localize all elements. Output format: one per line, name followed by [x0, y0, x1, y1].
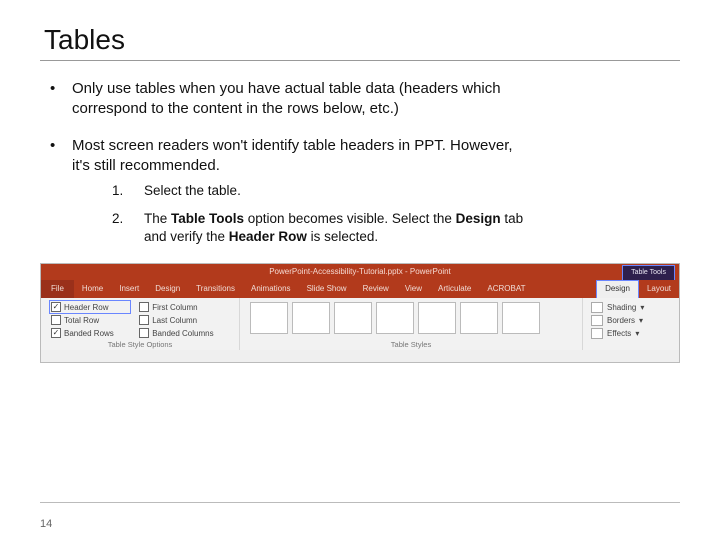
check-icon: [139, 315, 149, 325]
style-swatch[interactable]: [418, 302, 456, 334]
checkbox-last-column[interactable]: Last Column: [139, 315, 229, 325]
effects-icon: [591, 328, 603, 339]
checkbox-header-row[interactable]: ✓Header Row: [51, 302, 129, 312]
checkbox-label: Banded Rows: [64, 329, 114, 338]
step-item: Select the table.: [112, 182, 532, 200]
check-icon: [51, 315, 61, 325]
tab-table-design[interactable]: Design: [596, 280, 639, 298]
group-table-style-options: ✓Header Row First Column Total Row Last …: [41, 298, 240, 350]
tab-animations[interactable]: Animations: [243, 280, 299, 298]
check-icon: [139, 302, 149, 312]
tab-insert[interactable]: Insert: [111, 280, 147, 298]
slide: Tables Only use tables when you have act…: [0, 0, 720, 540]
shading-button[interactable]: Shading ▾: [591, 302, 669, 313]
bullet-item: Only use tables when you have actual tab…: [40, 79, 532, 120]
button-label: Borders: [607, 316, 635, 325]
style-swatch[interactable]: [460, 302, 498, 334]
checkbox-label: Last Column: [152, 316, 197, 325]
style-swatch[interactable]: [334, 302, 372, 334]
bold-term: Table Tools: [171, 211, 244, 226]
ribbon-body: ✓Header Row First Column Total Row Last …: [41, 298, 679, 350]
borders-button[interactable]: Borders ▾: [591, 315, 669, 326]
window-title: PowerPoint-Accessibility-Tutorial.pptx -…: [269, 267, 451, 276]
footer-rule: [40, 502, 680, 503]
tab-file[interactable]: File: [41, 280, 74, 298]
ribbon-screenshot: PowerPoint-Accessibility-Tutorial.pptx -…: [40, 263, 680, 363]
style-swatch[interactable]: [250, 302, 288, 334]
checkbox-banded-rows[interactable]: ✓Banded Rows: [51, 328, 129, 338]
tab-articulate[interactable]: Articulate: [430, 280, 479, 298]
style-gallery[interactable]: [250, 302, 572, 334]
bold-term: Header Row: [229, 229, 307, 244]
checkbox-label: First Column: [152, 303, 197, 312]
group-table-styles: Table Styles: [240, 298, 583, 350]
tab-home[interactable]: Home: [74, 280, 111, 298]
effects-button[interactable]: Effects ▾: [591, 328, 669, 339]
step-text: The: [144, 211, 171, 226]
checkbox-label: Total Row: [64, 316, 99, 325]
tab-slideshow[interactable]: Slide Show: [299, 280, 355, 298]
step-list: Select the table. The Table Tools option…: [112, 182, 532, 247]
checkbox-label: Header Row: [64, 303, 108, 312]
bullet-text: Most screen readers won't identify table…: [72, 137, 513, 174]
page-title: Tables: [44, 24, 680, 56]
checkbox-label: Banded Columns: [152, 329, 213, 338]
check-icon: ✓: [51, 302, 61, 312]
style-swatch[interactable]: [292, 302, 330, 334]
step-text: option becomes visible. Select the: [244, 211, 456, 226]
borders-icon: [591, 315, 603, 326]
shading-icon: [591, 302, 603, 313]
checkbox-total-row[interactable]: Total Row: [51, 315, 129, 325]
ribbon-tabstrip: File Home Insert Design Transitions Anim…: [41, 280, 679, 298]
style-swatch[interactable]: [502, 302, 540, 334]
check-icon: [139, 328, 149, 338]
group-table-formatting: Shading ▾ Borders ▾ Effects ▾: [583, 298, 679, 350]
group-label: Table Styles: [240, 340, 582, 349]
tab-view[interactable]: View: [397, 280, 430, 298]
tab-table-layout[interactable]: Layout: [639, 280, 679, 298]
contextual-tab-label: Table Tools: [622, 265, 675, 280]
bold-term: Design: [456, 211, 501, 226]
tab-acrobat[interactable]: ACROBAT: [479, 280, 533, 298]
tab-design-main[interactable]: Design: [147, 280, 188, 298]
window-titlebar: PowerPoint-Accessibility-Tutorial.pptx -…: [41, 264, 679, 280]
button-label: Effects: [607, 329, 631, 338]
bullet-item: Most screen readers won't identify table…: [40, 136, 532, 247]
check-icon: ✓: [51, 328, 61, 338]
tab-spacer: [533, 280, 596, 298]
tab-review[interactable]: Review: [355, 280, 397, 298]
title-rule: [40, 60, 680, 61]
step-text: is selected.: [307, 229, 378, 244]
tab-transitions[interactable]: Transitions: [188, 280, 243, 298]
button-label: Shading: [607, 303, 636, 312]
checkbox-banded-columns[interactable]: Banded Columns: [139, 328, 229, 338]
style-options-grid: ✓Header Row First Column Total Row Last …: [51, 302, 229, 339]
style-swatch[interactable]: [376, 302, 414, 334]
bullet-list: Only use tables when you have actual tab…: [40, 79, 680, 247]
group-label: Table Style Options: [41, 340, 239, 349]
checkbox-first-column[interactable]: First Column: [139, 302, 229, 312]
page-number: 14: [40, 518, 52, 530]
step-item: The Table Tools option becomes visible. …: [112, 210, 532, 246]
